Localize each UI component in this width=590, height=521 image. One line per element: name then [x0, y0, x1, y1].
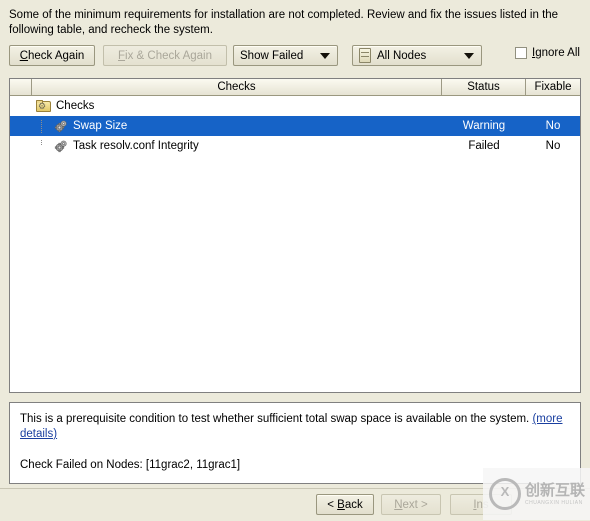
fix-check-again-mnemonic: F	[118, 49, 126, 62]
ignore-all-label: Ignore All	[532, 47, 580, 59]
install-button[interactable]: Ins	[450, 494, 512, 515]
server-node-icon	[359, 48, 371, 63]
table-row[interactable]: Swap Size Warning No	[10, 116, 580, 136]
check-again-mnemonic: C	[19, 49, 29, 62]
row-fixable: No	[545, 120, 561, 132]
column-header-spacer[interactable]	[10, 79, 32, 95]
install-rest: ns	[476, 498, 489, 511]
table-row-root[interactable]: ⚙ Checks	[10, 96, 580, 116]
show-filter-value: Show Failed	[240, 49, 304, 62]
failed-nodes-text: Check Failed on Nodes: [11grac2, 11grac1…	[20, 459, 241, 471]
tree-line-vertical	[41, 119, 42, 133]
check-again-rest: heck Again	[28, 49, 85, 62]
back-rest: ack	[344, 498, 363, 511]
chevron-down-icon	[464, 52, 474, 59]
row-fixable: No	[545, 140, 561, 152]
row-name-cell: Swap Size	[10, 119, 442, 133]
ignore-all-checkbox[interactable]	[515, 47, 527, 59]
row-label: Swap Size	[73, 120, 128, 132]
fix-check-again-label: Fix & Check Again	[118, 50, 212, 62]
ignore-all-rest: gnore All	[535, 47, 580, 59]
gear-icon	[54, 140, 68, 153]
wizard-footer: < Back Next > Ins	[0, 488, 590, 521]
root-name-cell: ⚙ Checks	[10, 100, 442, 112]
back-mnemonic: B	[337, 498, 345, 511]
check-description: This is a prerequisite condition to test…	[20, 412, 570, 442]
column-header-fixable[interactable]: Fixable	[526, 79, 580, 95]
check-details-panel: This is a prerequisite condition to test…	[9, 402, 581, 484]
installer-prerequisite-checks-page: Some of the minimum requirements for ins…	[0, 0, 590, 521]
column-header-status[interactable]: Status	[442, 79, 526, 95]
checks-folder-icon: ⚙	[36, 100, 51, 112]
fix-check-again-rest: ix & Check Again	[125, 49, 212, 62]
row-status: Failed	[468, 140, 500, 152]
check-again-label: Check Again	[20, 50, 85, 62]
root-label: Checks	[56, 100, 95, 112]
back-label: < Back	[327, 498, 363, 511]
next-rest: ext >	[402, 498, 428, 511]
table-header-row: Checks Status Fixable	[10, 79, 580, 96]
next-button[interactable]: Next >	[381, 494, 441, 515]
toolbar: Check Again Fix & Check Again Show Faile…	[9, 45, 581, 69]
column-header-checks[interactable]: Checks	[32, 79, 442, 95]
chevron-down-icon	[320, 52, 330, 59]
row-status: Warning	[462, 120, 506, 132]
gear-icon	[54, 120, 68, 133]
install-label: Ins	[473, 499, 488, 511]
next-mnemonic: N	[394, 498, 403, 511]
folder-gear-glyph: ⚙	[38, 101, 47, 111]
checks-table-panel: Checks Status Fixable ⚙ Checks Swap Size…	[9, 78, 581, 393]
next-label: Next >	[394, 499, 428, 511]
intro-message: Some of the minimum requirements for ins…	[9, 9, 559, 36]
table-row[interactable]: Task resolv.conf Integrity Failed No	[10, 136, 580, 156]
check-description-text: This is a prerequisite condition to test…	[20, 413, 533, 425]
fix-and-check-again-button[interactable]: Fix & Check Again	[103, 45, 227, 66]
table-body: ⚙ Checks Swap Size Warning No Task resol…	[10, 96, 580, 156]
check-again-button[interactable]: Check Again	[9, 45, 95, 66]
nodes-filter-value: All Nodes	[377, 49, 427, 62]
nodes-filter-dropdown[interactable]: All Nodes	[352, 45, 482, 66]
back-button[interactable]: < Back	[316, 494, 374, 515]
tree-line-vertical	[41, 139, 42, 146]
row-label: Task resolv.conf Integrity	[73, 140, 199, 152]
ignore-all-checkbox-row[interactable]: Ignore All	[515, 47, 580, 59]
show-filter-dropdown[interactable]: Show Failed	[233, 45, 338, 66]
row-name-cell: Task resolv.conf Integrity	[10, 139, 442, 153]
